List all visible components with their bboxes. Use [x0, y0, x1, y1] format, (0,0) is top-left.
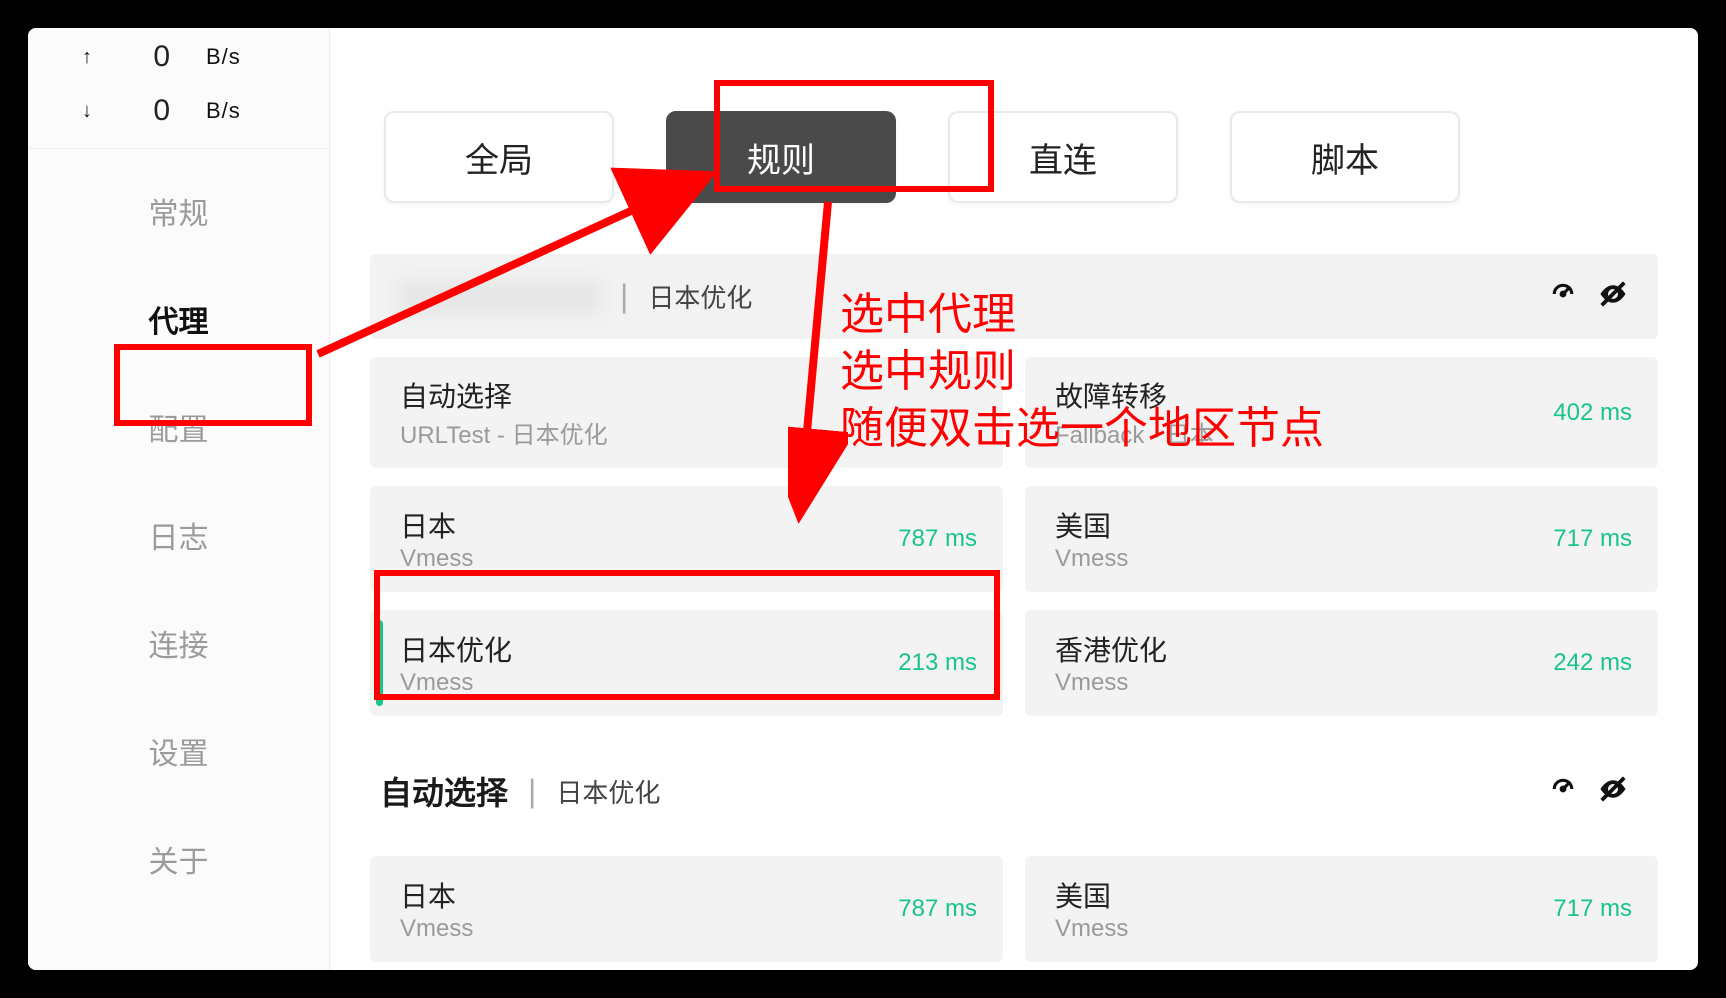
node-ping: 787 ms: [898, 895, 977, 923]
node-japan-2[interactable]: 日本 Vmess 787 ms: [370, 856, 1003, 962]
group-selected: 日本优化: [648, 278, 752, 315]
node-ping: 787 ms: [898, 525, 977, 553]
node-ping: 242 ms: [1553, 649, 1632, 677]
node-hongkong-optimized[interactable]: 香港优化 Vmess 242 ms: [1025, 610, 1658, 716]
node-fallback[interactable]: 故障转移 Fallback - 日本 402 ms: [1025, 357, 1658, 468]
nav-settings[interactable]: 设置: [28, 697, 329, 805]
nav-connections[interactable]: 连接: [28, 589, 329, 697]
speedtest-icon[interactable]: [1548, 774, 1578, 809]
node-proto: Vmess: [1055, 545, 1128, 573]
eye-off-icon[interactable]: [1598, 774, 1628, 809]
download-speed: ↓ 0 B/s: [28, 82, 329, 136]
mode-global[interactable]: 全局: [384, 111, 614, 203]
node-name: 日本: [400, 875, 473, 915]
mode-bar: 全局 规则 直连 脚本: [330, 28, 1698, 224]
nav-general[interactable]: 常规: [28, 157, 329, 265]
node-ping: 213 ms: [898, 649, 977, 677]
nav-log[interactable]: 日志: [28, 481, 329, 589]
node-japan-optimized[interactable]: 日本优化 Vmess 213 ms: [370, 610, 1003, 716]
nav-about[interactable]: 关于: [28, 805, 329, 913]
node-name: 日本优化: [400, 629, 512, 669]
download-unit: B/s: [206, 98, 241, 124]
upload-value: 0: [132, 40, 170, 74]
node-name: 日本: [400, 505, 473, 545]
node-proto: Vmess: [400, 669, 512, 697]
node-proto: URLTest - 日本优化: [400, 415, 608, 450]
mode-script[interactable]: 脚本: [1230, 111, 1460, 203]
mode-rule[interactable]: 规则: [666, 111, 896, 203]
sidebar-divider: [28, 148, 329, 149]
nav-proxy[interactable]: 代理: [28, 265, 329, 373]
group-sep: |: [620, 278, 628, 315]
node-proto: Vmess: [400, 545, 473, 573]
node-proto: Vmess: [1055, 669, 1167, 697]
node-ping: 402 ms: [1553, 399, 1632, 427]
node-name: 香港优化: [1055, 629, 1167, 669]
upload-speed: ↑ 0 B/s: [28, 28, 329, 82]
node-usa[interactable]: 美国 Vmess 717 ms: [1025, 486, 1658, 592]
nav-profile[interactable]: 配置: [28, 373, 329, 481]
arrow-down-icon: ↓: [82, 100, 96, 123]
upload-unit: B/s: [206, 44, 241, 70]
node-proto: Vmess: [1055, 915, 1128, 943]
node-proto: Vmess: [400, 915, 473, 943]
node-name: 美国: [1055, 505, 1128, 545]
node-name: 自动选择: [400, 375, 608, 415]
node-japan[interactable]: 日本 Vmess 787 ms: [370, 486, 1003, 592]
node-auto-select[interactable]: 自动选择 URLTest - 日本优化: [370, 357, 1003, 468]
eye-off-icon[interactable]: [1598, 279, 1628, 314]
group2-sep: |: [528, 773, 536, 810]
proxy-group-2-header[interactable]: 自动选择 | 日本优化: [370, 744, 1658, 838]
node-ping: 717 ms: [1553, 895, 1632, 923]
main-content: | 日本优化 自动选择 URLTest - 日本优化: [330, 224, 1698, 970]
group2-title: 自动选择: [380, 768, 508, 814]
node-name: 美国: [1055, 875, 1128, 915]
group2-selected: 日本优化: [556, 773, 660, 810]
arrow-up-icon: ↑: [82, 46, 96, 69]
nav: 常规 代理 配置 日志 连接 设置 关于: [28, 157, 329, 913]
group-name-blurred: [400, 280, 600, 314]
node-grid-1: 自动选择 URLTest - 日本优化 故障转移 Fallback - 日本 4…: [370, 357, 1658, 716]
mode-direct[interactable]: 直连: [948, 111, 1178, 203]
node-grid-2: 日本 Vmess 787 ms 美国 Vmess 717 ms: [370, 856, 1658, 970]
proxy-group-header[interactable]: | 日本优化: [370, 254, 1658, 339]
node-usa-2[interactable]: 美国 Vmess 717 ms: [1025, 856, 1658, 962]
download-value: 0: [132, 94, 170, 128]
node-ping: 717 ms: [1553, 525, 1632, 553]
node-proto: Fallback - 日本: [1055, 415, 1214, 450]
sidebar: ↑ 0 B/s ↓ 0 B/s 常规 代理 配置 日志 连接 设置 关于: [28, 28, 330, 970]
speedtest-icon[interactable]: [1548, 279, 1578, 314]
node-name: 故障转移: [1055, 375, 1214, 415]
app-window: ↑ 0 B/s ↓ 0 B/s 常规 代理 配置 日志 连接 设置 关于 全局 …: [28, 28, 1698, 970]
